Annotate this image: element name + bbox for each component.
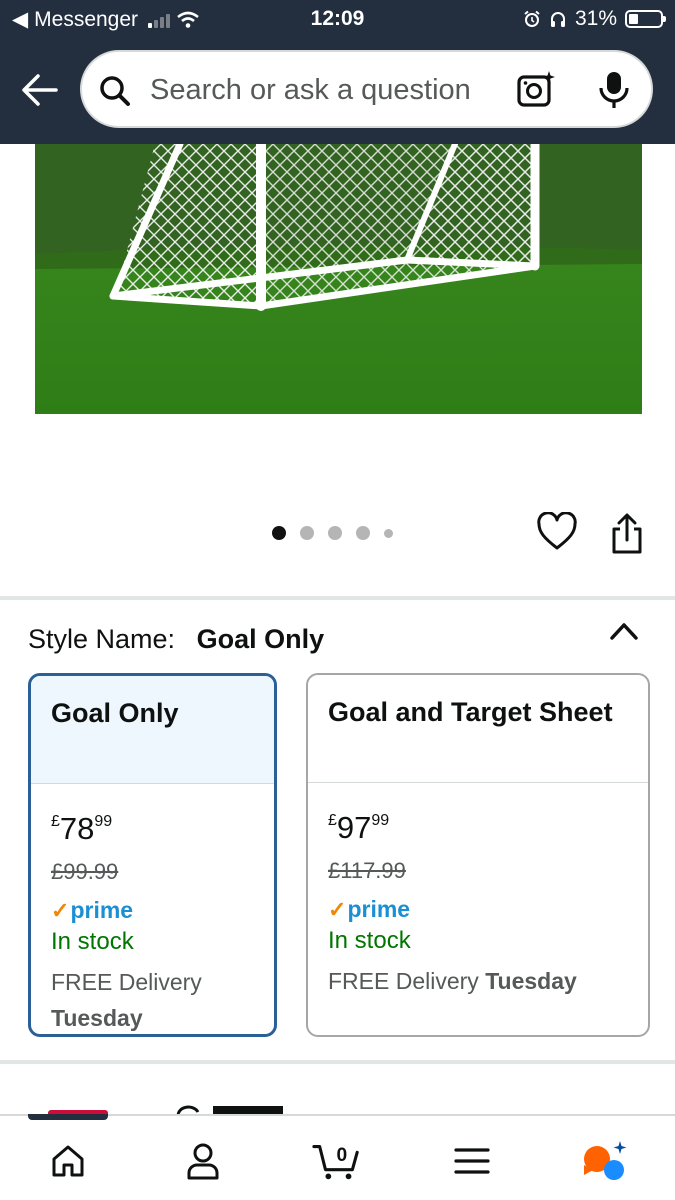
search-icon [100,76,130,106]
alarm-icon [524,10,540,27]
product-image[interactable] [35,144,642,414]
active-tab-indicator [28,1114,108,1120]
tab-rufus[interactable] [580,1138,630,1184]
section-divider [0,1060,675,1064]
option-price: £9799 [328,810,390,845]
option-price: £7899 [51,811,113,846]
headphones-icon [550,12,565,27]
search-input[interactable]: Search or ask a question [80,50,653,128]
battery-icon [625,10,666,28]
style-option-goal-and-target-sheet[interactable]: Goal and Target Sheet £9799 £117.99 ✓ pri… [306,673,650,1037]
pager-dot[interactable] [356,526,370,540]
heart-icon[interactable] [536,512,578,552]
home-icon [52,1145,84,1177]
account-icon [187,1143,219,1180]
cart-icon: 0 [312,1145,359,1180]
tab-cart[interactable]: 0 [312,1138,362,1184]
search-header: Search or ask a question [0,38,675,144]
microphone-icon[interactable] [597,70,631,110]
tab-account[interactable] [178,1138,228,1184]
menu-icon [454,1148,490,1174]
delivery-info: FREE Delivery Tuesday [328,968,577,994]
image-pager[interactable] [272,526,393,540]
tab-home[interactable] [43,1138,93,1184]
style-name-label: Style Name: [28,624,176,654]
cart-count: 0 [336,1145,347,1166]
pager-dot[interactable] [328,526,342,540]
pager-dot[interactable] [384,528,393,538]
search-placeholder: Search or ask a question [150,74,471,106]
camera-icon[interactable] [516,70,556,110]
rufus-icon [584,1141,627,1180]
prime-badge: ✓ prime [328,896,411,922]
style-name-value: Goal Only [196,624,325,654]
pager-dot[interactable] [272,526,286,540]
prime-badge: ✓ prime [51,897,134,923]
delivery-info: FREE Delivery Tuesday [51,969,202,1031]
option-was-price: £117.99 [328,858,406,883]
style-name-row: Style Name: Goal Only [28,624,324,655]
share-icon[interactable] [609,512,645,556]
option-title: Goal Only [31,676,274,784]
pager-dot[interactable] [300,526,314,540]
battery-percent: 31% [574,7,617,30]
stock-status: In stock [51,928,134,955]
option-was-price: £99.99 [51,859,119,884]
style-option-goal-only[interactable]: Goal Only £7899 £99.99 ✓ prime In stock F… [28,673,277,1037]
prime-check-icon: ✓ [328,896,347,922]
stock-status: In stock [328,927,411,954]
tab-menu[interactable] [447,1138,497,1184]
prime-check-icon: ✓ [51,897,70,923]
section-divider [0,596,675,600]
bottom-tab-bar: 0 [0,1114,675,1200]
status-bar: ◀ Messenger 12:09 31% [0,0,675,38]
back-arrow-icon[interactable] [20,72,60,108]
option-title: Goal and Target Sheet [308,675,648,783]
chevron-up-icon[interactable] [608,620,640,642]
